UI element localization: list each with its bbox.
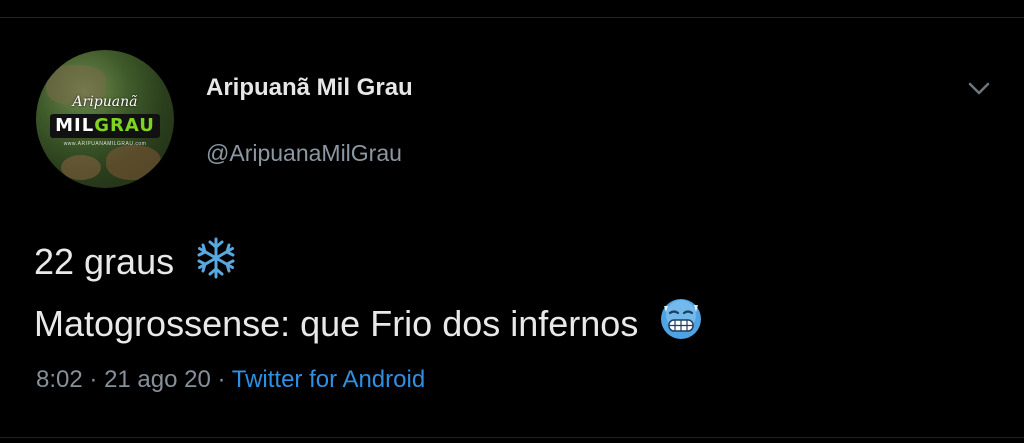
tweet-text: Matogrossense: que Frio dos infernos	[34, 303, 639, 344]
top-divider	[0, 17, 1024, 18]
avatar-logo-top: Aripuanã	[72, 94, 138, 110]
bottom-divider	[0, 437, 1024, 438]
chevron-down-icon[interactable]	[964, 76, 994, 102]
tweet-source-link[interactable]: Twitter for Android	[232, 366, 425, 393]
avatar-logo-main: MILGRAU	[50, 114, 160, 138]
snowflake-icon	[197, 237, 235, 279]
cold-face-icon	[661, 299, 702, 339]
tweet-text-line2: Matogrossense: que Frio dos infernos	[34, 296, 704, 345]
meta-separator: ·	[217, 366, 226, 393]
tweet-date[interactable]: 21 ago 20	[104, 366, 211, 393]
tweet-time[interactable]: 8:02	[36, 366, 83, 393]
meta-separator: ·	[89, 366, 98, 393]
avatar-logo-sub: www.ARIPUANAMILGRAU.com	[63, 141, 147, 147]
user-handle[interactable]: @AripuanaMilGrau	[206, 140, 402, 167]
display-name[interactable]: Aripuanã Mil Grau	[206, 74, 413, 102]
tweet-text: 22 graus	[34, 241, 175, 282]
tweet-meta: 8:02 · 21 ago 20 · Twitter for Android	[36, 366, 425, 394]
tweet-text-line1: 22 graus	[34, 236, 238, 283]
avatar[interactable]: Aripuanã MILGRAU www.ARIPUANAMILGRAU.com	[36, 50, 174, 188]
